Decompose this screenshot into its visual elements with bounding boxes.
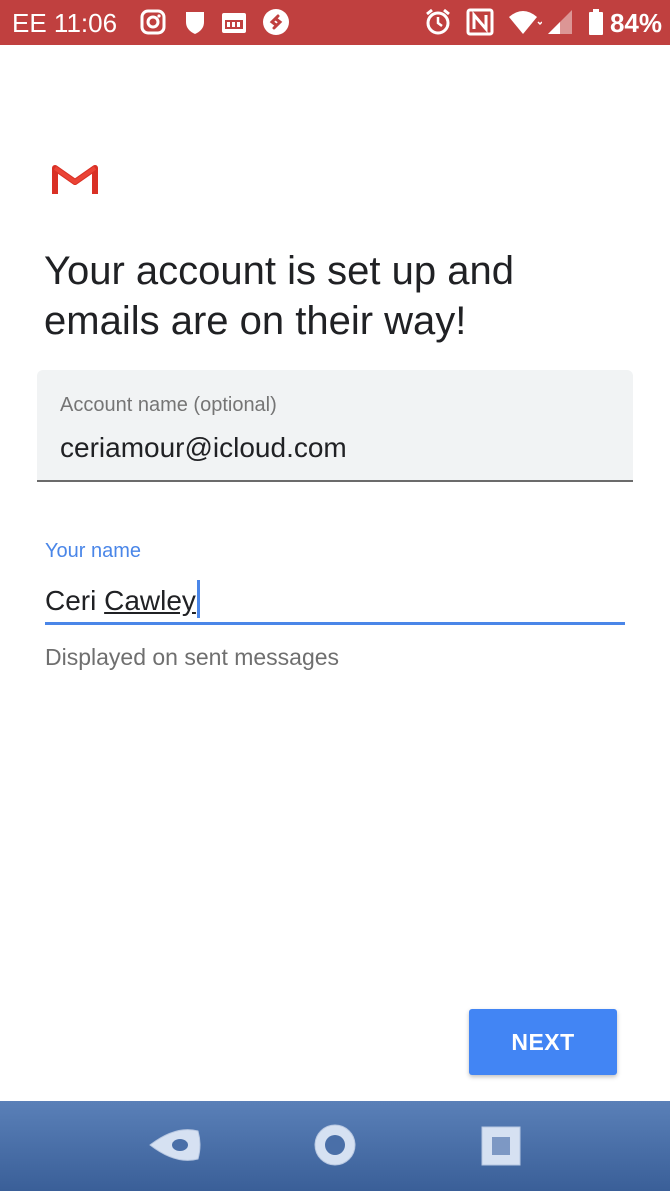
signal-icon — [548, 10, 572, 34]
wifi-icon — [509, 11, 542, 34]
shield-icon — [186, 12, 204, 34]
status-bar: EE 11:06 84% — [0, 0, 670, 45]
calendar-icon — [222, 13, 246, 33]
your-name-label: Your name — [45, 540, 141, 562]
next-button[interactable]: NEXT — [469, 1009, 617, 1075]
nfc-icon — [466, 8, 494, 36]
your-name-input[interactable]: Ceri Cawley — [45, 576, 625, 625]
back-icon[interactable] — [146, 1121, 202, 1169]
battery-percent: 84% — [609, 8, 662, 38]
alarm-icon — [426, 8, 450, 35]
your-name-first: Ceri — [45, 585, 97, 616]
account-name-label: Account name (optional) — [60, 394, 277, 416]
instagram-icon — [140, 9, 166, 35]
account-name-value: ceriamour@icloud.com — [60, 432, 347, 463]
gmail-icon — [52, 162, 98, 196]
home-icon[interactable] — [312, 1121, 358, 1169]
text-cursor — [196, 580, 200, 618]
navigation-bar — [0, 1101, 670, 1191]
account-name-field[interactable]: Account name (optional) ceriamour@icloud… — [37, 370, 633, 482]
recents-icon[interactable] — [478, 1121, 524, 1169]
page-title: Your account is set up and emails are on… — [44, 249, 514, 343]
your-name-value: Ceri Cawley — [45, 580, 200, 618]
shazam-icon — [263, 9, 289, 35]
battery-icon — [589, 9, 603, 35]
your-name-helper: Displayed on sent messages — [45, 644, 340, 670]
your-name-last: Cawley — [104, 585, 196, 616]
carrier-time: EE 11:06 — [12, 8, 118, 38]
